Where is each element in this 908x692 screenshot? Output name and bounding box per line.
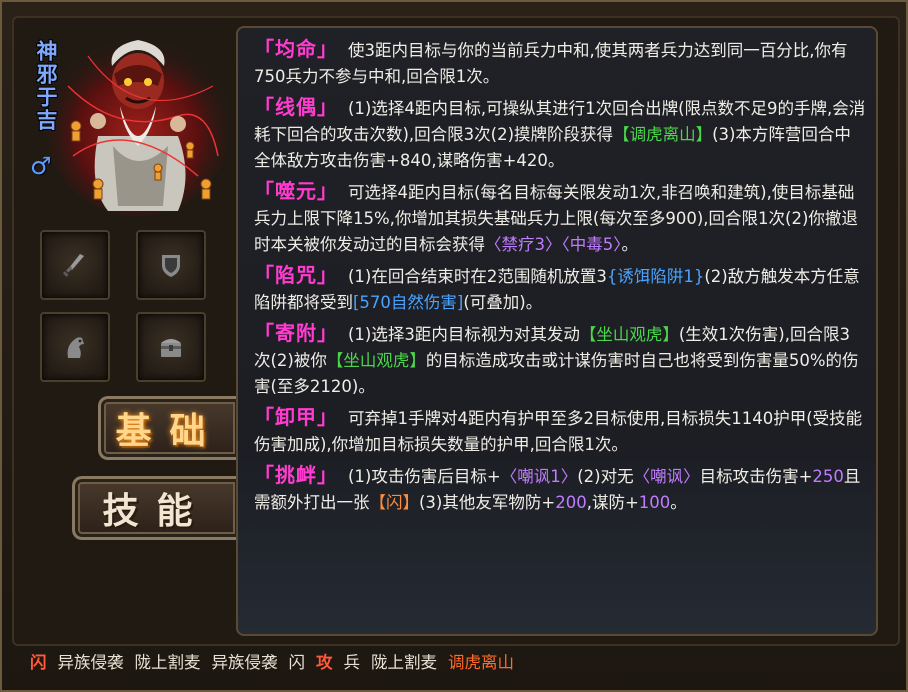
hand-card-bar: 闪异族侵袭 陇上割麦 异族侵袭闪攻兵陇上割麦 调虎离山 — [30, 646, 880, 676]
shield-icon — [162, 255, 180, 277]
hero-portrait — [28, 26, 230, 216]
horse-icon — [67, 337, 84, 358]
skill-entry: 「卸甲」 可弃掉1手牌对4距内有护甲至多2目标使用,目标损失1140护甲(受技能伤… — [254, 404, 866, 458]
skill-text: 可弃掉1手牌对4距内有护甲至多2目标使用,目标损失1140护甲(受技能伤害加成)… — [254, 409, 863, 454]
chest-icon — [161, 339, 181, 357]
skill-entry: 「均命」 使3距内目标与你的当前兵力中和,使其两者兵力达到同一百分比,你有750兵… — [254, 36, 866, 90]
skill-name[interactable]: 「陷咒」 — [254, 263, 338, 287]
skill-text: 【闪】 — [369, 493, 420, 512]
skill-text: 〈嘲讽1〉 — [500, 467, 578, 486]
hand-card[interactable]: 兵 — [344, 649, 361, 673]
skill-entry: 「寄附」 (1)选择3距内目标视为对其发动【坐山观虎】(生效1次伤害),回合限3次… — [254, 320, 866, 400]
skill-text: 250 — [812, 467, 844, 486]
skill-text: 200 — [555, 493, 587, 512]
tab-skill[interactable]: 技能 — [72, 476, 238, 540]
hand-card[interactable]: 闪 — [30, 649, 47, 673]
skill-text: [570自然伤害] — [353, 293, 464, 312]
hero-portrait-art — [46, 36, 230, 216]
skill-text: (2)对无 — [577, 467, 634, 486]
male-symbol-icon: ♂ — [30, 152, 52, 180]
skill-text: 【调虎离山】 — [613, 125, 713, 144]
skill-text: (3)其他友军物防+ — [419, 493, 556, 512]
weapon-slot[interactable] — [40, 230, 110, 300]
skill-text: ,谋防+ — [586, 493, 639, 512]
skill-text: 〈禁疗3〉〈中毒5〉 — [485, 235, 622, 254]
armor-slot[interactable] — [136, 230, 206, 300]
skill-text: {诱饵陷阱1} — [606, 267, 705, 286]
skill-text: 使3距内目标与你的当前兵力中和,使其两者兵力达到同一百分比,你有750兵力不参与… — [254, 41, 848, 86]
skill-name[interactable]: 「卸甲」 — [254, 405, 338, 429]
skill-text: (1)攻击伤害后目标+ — [348, 467, 501, 486]
hand-card[interactable]: 异族侵袭 — [212, 649, 278, 673]
skill-text: (1)在回合结束时在2范围随机放置3 — [348, 267, 607, 286]
skill-name[interactable]: 「线偶」 — [254, 95, 338, 119]
skill-text: 【坐山观虎】 — [579, 325, 679, 344]
skill-text: 【坐山观虎】 — [326, 351, 426, 370]
skill-entry: 「挑衅」 (1)攻击伤害后目标+〈嘲讽1〉(2)对无〈嘲讽〉目标攻击伤害+250且… — [254, 462, 866, 516]
mount-slot[interactable] — [40, 312, 110, 382]
hand-card[interactable]: 异族侵袭 — [58, 649, 124, 673]
tab-basic[interactable]: 基础 — [98, 396, 238, 460]
skill-entry: 「陷咒」 (1)在回合结束时在2范围随机放置3{诱饵陷阱1}(2)敌方触发本方任意… — [254, 262, 866, 316]
hand-card[interactable]: 陇上割麦 — [135, 649, 201, 673]
skill-text: (1)选择3距内目标视为对其发动 — [348, 325, 580, 344]
skill-text: 〈嘲讽〉 — [633, 467, 700, 486]
skill-text: 。 — [621, 235, 639, 254]
skill-name[interactable]: 「挑衅」 — [254, 463, 338, 487]
skill-text: 100 — [638, 493, 671, 512]
sword-icon — [62, 254, 84, 277]
skill-entry: 「线偶」 (1)选择4距内目标,可操纵其进行1次回合出牌(限点数不足9的手牌,会消… — [254, 94, 866, 174]
skill-name[interactable]: 「噬元」 — [254, 179, 338, 203]
hand-card[interactable]: 调虎离山 — [448, 649, 514, 673]
skill-text: 目标攻击伤害+ — [699, 467, 813, 486]
skill-entry: 「噬元」 可选择4距内目标(每名目标每关限发动1次,非召唤和建筑),使目标基础兵力… — [254, 178, 866, 258]
hand-card[interactable]: 闪 — [289, 649, 306, 673]
treasure-slot[interactable] — [136, 312, 206, 382]
skill-text: (可叠加)。 — [463, 293, 543, 312]
skill-description-panel: 「均命」 使3距内目标与你的当前兵力中和,使其两者兵力达到同一百分比,你有750兵… — [236, 26, 878, 636]
hero-name: 神邪于吉 — [34, 40, 58, 132]
skill-name[interactable]: 「寄附」 — [254, 321, 338, 345]
skill-name[interactable]: 「均命」 — [254, 37, 338, 61]
hand-card[interactable]: 攻 — [316, 649, 333, 673]
hand-card[interactable]: 陇上割麦 — [371, 649, 437, 673]
skill-text: 。 — [670, 493, 687, 512]
